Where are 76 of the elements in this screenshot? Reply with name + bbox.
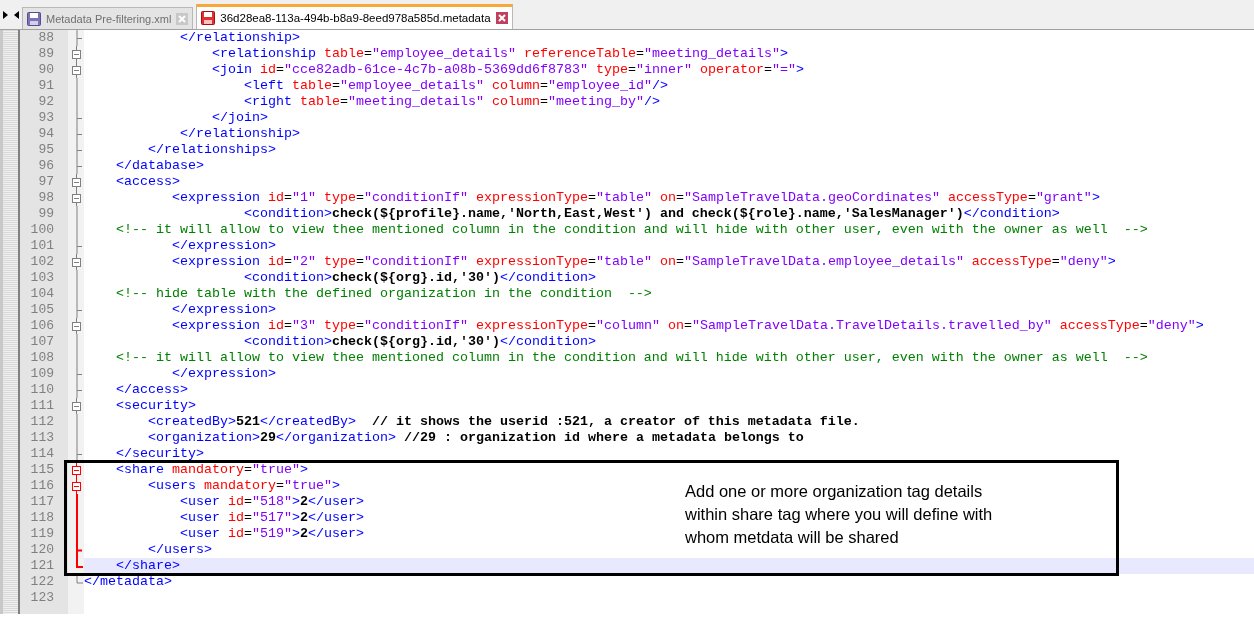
code-line: </expression> — [170, 238, 276, 254]
arrow-left-icon[interactable] — [14, 11, 19, 19]
code-line: </join> — [210, 110, 268, 126]
code-line: </relationships> — [147, 142, 276, 158]
line-number: 89 — [37, 46, 54, 62]
close-icon[interactable] — [495, 12, 508, 24]
line-number: 117 — [29, 494, 54, 510]
line-number: 102 — [29, 254, 54, 270]
code-line: <expression id="3" type="conditionIf" expressionType="column" on="SampleTravelData.TravelDetails.travelled_by" accessType="deny"> — [170, 318, 1204, 334]
code-line: </users> — [147, 542, 212, 558]
line-number: 105 — [29, 302, 54, 318]
line-number: 120 — [29, 542, 54, 558]
code-line: <condition>check(${profile}.name,'North,East,West') and check(${role}.name,'SalesManager')</condition> — [242, 206, 1060, 222]
line-number: 115 — [29, 462, 54, 478]
line-number: 100 — [29, 222, 54, 238]
tab[interactable]: Metadata Pre-filtering.xml — [22, 7, 194, 29]
code-line: <join id="cce82adb-61ce-4c7b-a08b-5369dd6f8783" type="inner" operator="="> — [210, 62, 804, 78]
code-line: <organization>29</organization> //29 : organization id where a metadata belongs to — [147, 430, 804, 446]
arrow-right-icon[interactable] — [3, 11, 8, 19]
line-number: 92 — [37, 94, 54, 110]
line-number: 108 — [29, 350, 54, 366]
line-number: 90 — [37, 62, 54, 78]
code-line: <users mandatory="true"> — [147, 478, 340, 494]
line-number: 107 — [29, 334, 54, 350]
line-number: 113 — [29, 430, 54, 446]
code-line: <condition>check(${org}.id,'30')</condition> — [242, 270, 596, 286]
code-line: <access> — [115, 174, 180, 190]
line-number: 99 — [37, 206, 54, 222]
code-line: </database> — [115, 158, 204, 174]
code-line: </security> — [115, 446, 204, 462]
code-line: <left table="employee_details" column="employee_id"/> — [242, 78, 668, 94]
code-line: <condition>check(${org}.id,'30')</condition> — [242, 334, 596, 350]
code-line: </access> — [115, 382, 188, 398]
line-number: 118 — [29, 510, 54, 526]
annotation-text: Add one or more organization tag details within share tag where you will define with whom metdata will be shared — [685, 481, 993, 548]
line-number: 97 — [37, 174, 54, 190]
tab[interactable]: 36d28ea8-113a-494b-b8a9-8eed978a585d.metadata — [196, 4, 513, 29]
code-line: </expression> — [170, 366, 276, 382]
line-number: 88 — [37, 30, 54, 46]
line-number: 116 — [29, 478, 54, 494]
line-number: 123 — [29, 590, 54, 606]
code-line: <user id="518">2</user> — [178, 494, 364, 510]
line-number: 122 — [29, 574, 54, 590]
code-line: <createdBy>521</createdBy> // it shows the userid :521, a creator of this metadata file. — [147, 414, 860, 430]
line-number: 96 — [37, 158, 54, 174]
line-number: 109 — [29, 366, 54, 382]
line-number: 110 — [29, 382, 54, 398]
line-number: 112 — [29, 414, 54, 430]
line-number: 121 — [29, 558, 54, 574]
line-number: 93 — [37, 110, 54, 126]
code-line: </expression> — [170, 302, 276, 318]
code-line: </relationship> — [178, 30, 300, 46]
code-line: <share mandatory="true"> — [115, 462, 308, 478]
line-number: 119 — [29, 526, 54, 542]
code-line: <security> — [115, 398, 196, 414]
code-line: <expression id="2" type="conditionIf" expressionType="table" on="SampleTravelData.employee_details" accessType="deny"> — [170, 254, 1116, 270]
line-number: 94 — [37, 126, 54, 142]
code-line: <relationship table="employee_details" referenceTable="meeting_details"> — [210, 46, 788, 62]
line-number: 103 — [29, 270, 54, 286]
code-line: <!-- it will allow to view thee mentioned column in the condition and will hide with other user, even with the owner as well --> — [115, 350, 1148, 366]
code-line: <!-- hide table with the defined organization in the condition --> — [115, 286, 652, 302]
line-number: 104 — [29, 286, 54, 302]
code-line: <user id="517">2</user> — [178, 510, 364, 526]
line-number: 114 — [29, 446, 54, 462]
line-number: 95 — [37, 142, 54, 158]
line-number: 106 — [29, 318, 54, 334]
code-line: <right table="meeting_details" column="meeting_by"/> — [242, 94, 660, 110]
code-line: <expression id="1" type="conditionIf" expressionType="table" on="SampleTravelData.geoCordinates" accessType="grant"> — [170, 190, 1100, 206]
line-number: 101 — [29, 238, 54, 254]
code-line: </relationship> — [178, 126, 300, 142]
line-number: 98 — [37, 190, 54, 206]
code-line: <!-- it will allow to view thee mentioned column in the condition and will hide with other user, even with the owner as well --> — [115, 222, 1148, 238]
line-number: 111 — [29, 398, 54, 414]
line-number: 91 — [37, 78, 54, 94]
code-line: <user id="519">2</user> — [178, 526, 364, 542]
code-line: </metadata> — [84, 574, 172, 590]
